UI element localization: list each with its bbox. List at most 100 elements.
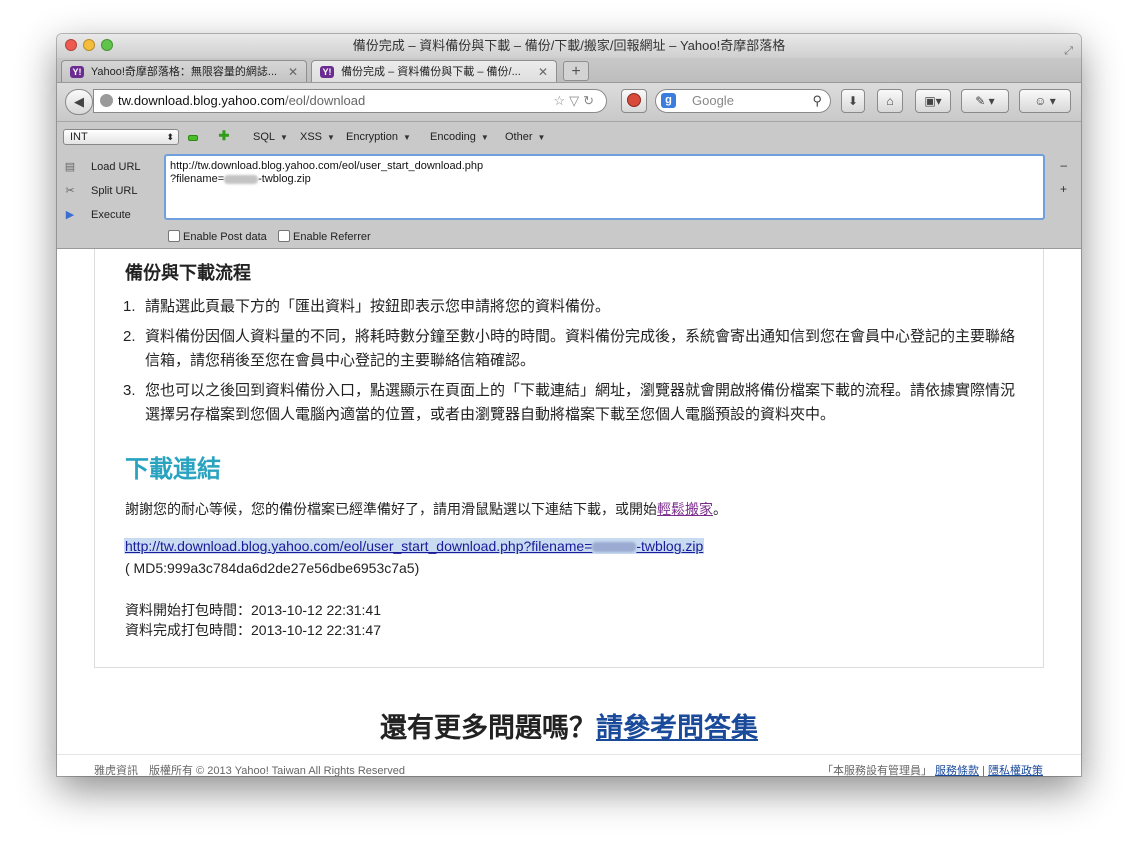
enable-referrer-label: Enable Referrer (293, 231, 371, 243)
menu-encryption[interactable]: Encryption ▼ (346, 131, 411, 143)
minimize-window-button[interactable] (83, 39, 95, 51)
caret-down-icon: ▼ (402, 133, 411, 142)
tab-label: 備份完成 – 資料備份與下載 – 備份/... (341, 66, 521, 78)
filename-prefix: ?filename= (170, 173, 225, 185)
window-title: 備份完成 – 資料備份與下載 – 備份/下載/搬家/回報網址 – Yahoo!奇… (352, 38, 786, 53)
tab-strip: Y! Yahoo!奇摩部落格：無限容量的網誌... ✕ Y! 備份完成 – 資料… (57, 58, 1081, 83)
globe-icon (100, 94, 113, 107)
caret-down-icon: ▼ (327, 133, 335, 142)
page-content: 備份與下載流程 1. 請點選此頁最下方的「匯出資料」按鈕即表示您申請將您的資料備份… (57, 249, 1081, 776)
enable-post-label: Enable Post data (183, 231, 267, 243)
easy-move-link[interactable]: 輕鬆搬家 (657, 501, 713, 517)
textarea-line-2: ?filename= -twblog.zip (170, 173, 1039, 186)
download-button[interactable]: ⬇ (841, 89, 865, 113)
footer-links: 「本服務設有管理員」 服務條款 | 隱私權政策 (822, 762, 1043, 776)
browser-window: 備份完成 – 資料備份與下載 – 備份/下載/搬家/回報網址 – Yahoo!奇… (57, 34, 1081, 776)
step-text: 您也可以之後回到資料備份入口，點選顯示在頁面上的「下載連結」網址，瀏覽器就會開啟… (145, 382, 1016, 423)
load-url-button[interactable]: ▤ Load URL (63, 160, 141, 173)
end-time: 資料完成打包時間：2013-10-12 22:31:47 (125, 622, 381, 638)
greasemonkey-button[interactable]: ☺ ▾ (1019, 89, 1071, 113)
md5-checksum: ( MD5:999a3c784da6d2de27e56dbe6953c7a5) (125, 560, 420, 576)
home-button[interactable]: ⌂ (877, 89, 903, 113)
split-url-label: Split URL (91, 185, 138, 197)
stop-button[interactable] (621, 89, 647, 113)
hackbar-toolbar: INT ⬍ ✚ SQL ▼ XSS ▼ Encryption ▼ Encoding ▼ … (57, 122, 1081, 249)
execute-button[interactable]: ▶ Execute (63, 208, 131, 221)
steps-list: 1. 請點選此頁最下方的「匯出資料」按鈕即表示您申請將您的資料備份。 2. 資料備份… (121, 295, 1021, 433)
terms-link[interactable]: 服務條款 (935, 765, 979, 776)
flow-heading: 備份與下載流程 (125, 263, 251, 283)
bookmarks-menu-button[interactable]: ▣▾ (915, 89, 951, 113)
list-item: 2. 資料備份因個人資料量的不同，將耗時數分鐘至數小時的時間。資料備份完成後，系統… (121, 325, 1021, 373)
zoom-window-button[interactable] (101, 39, 113, 51)
shrink-textarea-button[interactable]: – (1060, 158, 1067, 172)
addon-menu-button[interactable]: ✎ ▾ (961, 89, 1009, 113)
caret-down-icon: ▼ (480, 133, 489, 142)
faq-link[interactable]: 請參考問答集 (596, 713, 758, 743)
int-select[interactable]: INT ⬍ (63, 129, 179, 145)
scissors-icon: ✂ (65, 185, 75, 197)
download-link-prefix: http://tw.download.blog.yahoo.com/eol/us… (125, 538, 593, 554)
footer: 雅虎資訊 版權所有 © 2013 Yahoo! Taiwan All Right… (57, 754, 1081, 776)
step-text: 請點選此頁最下方的「匯出資料」按鈕即表示您申請將您的資料備份。 (145, 298, 611, 315)
search-input[interactable]: g Google ⚲ (655, 89, 831, 113)
url-bar[interactable]: tw.download.blog.yahoo.com/eol/download … (93, 89, 607, 113)
yahoo-favicon-icon: Y! (70, 66, 84, 79)
back-button[interactable]: ◀ (65, 89, 93, 115)
redacted-blur (592, 542, 637, 553)
menu-xss[interactable]: XSS ▼ (300, 131, 335, 143)
tab-backup-complete[interactable]: Y! 備份完成 – 資料備份與下載 – 備份/... ✕ (311, 60, 557, 82)
enable-post-checkbox[interactable]: Enable Post data (168, 230, 267, 243)
load-url-label: Load URL (91, 161, 141, 173)
menu-sql[interactable]: SQL ▼ (253, 131, 288, 143)
menu-other[interactable]: Other ▼ (505, 131, 545, 143)
url-textarea[interactable]: http://tw.download.blog.yahoo.com/eol/us… (164, 154, 1045, 220)
navigation-bar: ◀ tw.download.blog.yahoo.com/eol/downloa… (57, 83, 1081, 122)
enable-referrer-checkbox[interactable]: Enable Referrer (278, 230, 371, 243)
bookmark-star-icon[interactable]: ☆▽↻ (553, 90, 598, 112)
download-link[interactable]: http://tw.download.blog.yahoo.com/eol/us… (124, 538, 705, 554)
close-window-button[interactable] (65, 39, 77, 51)
play-icon: ▶ (65, 209, 75, 221)
intro-text: 謝謝您的耐心等候，您的備份檔案已經準備好了，請用滑鼠點選以下連結下載，或開始輕鬆… (125, 499, 727, 519)
search-icon[interactable]: ⚲ (812, 90, 822, 112)
filename-suffix: -twblog.zip (258, 173, 311, 185)
url-path: /eol/download (284, 93, 366, 108)
textarea-line-1: http://tw.download.blog.yahoo.com/eol/us… (170, 160, 484, 172)
url-host: tw.download.blog.yahoo.com (118, 93, 285, 108)
execute-label: Execute (91, 209, 131, 221)
decrease-icon[interactable] (188, 135, 198, 141)
checkbox-icon (168, 230, 180, 242)
menu-sql-label: SQL (253, 131, 276, 143)
start-time: 資料開始打包時間：2013-10-12 22:31:41 (125, 602, 381, 618)
caret-down-icon: ▼ (280, 133, 288, 142)
split-url-button[interactable]: ✂ Split URL (63, 184, 137, 197)
close-tab-icon[interactable]: ✕ (288, 61, 298, 82)
redacted-blur (224, 174, 259, 184)
intro-end: 。 (713, 501, 727, 517)
close-tab-icon[interactable]: ✕ (538, 61, 548, 82)
new-tab-button[interactable]: + (563, 61, 589, 81)
menu-encoding[interactable]: Encoding ▼ (430, 131, 489, 143)
menu-other-label: Other (505, 131, 533, 143)
caret-down-icon: ▼ (537, 133, 546, 142)
google-icon: g (661, 93, 676, 108)
download-heading: 下載連結 (125, 456, 221, 483)
menu-encoding-label: Encoding (430, 131, 476, 143)
list-item: 3. 您也可以之後回到資料備份入口，點選顯示在頁面上的「下載連結」網址，瀏覽器就會… (121, 379, 1021, 427)
menu-xss-label: XSS (300, 131, 323, 143)
increase-icon[interactable]: ✚ (218, 129, 230, 142)
menu-encryption-label: Encryption (346, 131, 398, 143)
yahoo-favicon-icon: Y! (320, 66, 334, 79)
privacy-link[interactable]: 隱私權政策 (988, 765, 1043, 776)
grow-textarea-button[interactable]: + (1060, 182, 1067, 196)
checkbox-icon (278, 230, 290, 242)
select-arrows-icon: ⬍ (166, 132, 174, 142)
step-number: 2. (123, 328, 136, 345)
tab-yahoo-blog[interactable]: Y! Yahoo!奇摩部落格：無限容量的網誌... ✕ (61, 60, 307, 82)
load-url-icon: ▤ (64, 161, 76, 173)
search-placeholder: Google (692, 93, 734, 108)
tab-label: Yahoo!奇摩部落格：無限容量的網誌... (90, 66, 278, 78)
stop-icon (627, 93, 641, 107)
window-controls (65, 39, 113, 51)
